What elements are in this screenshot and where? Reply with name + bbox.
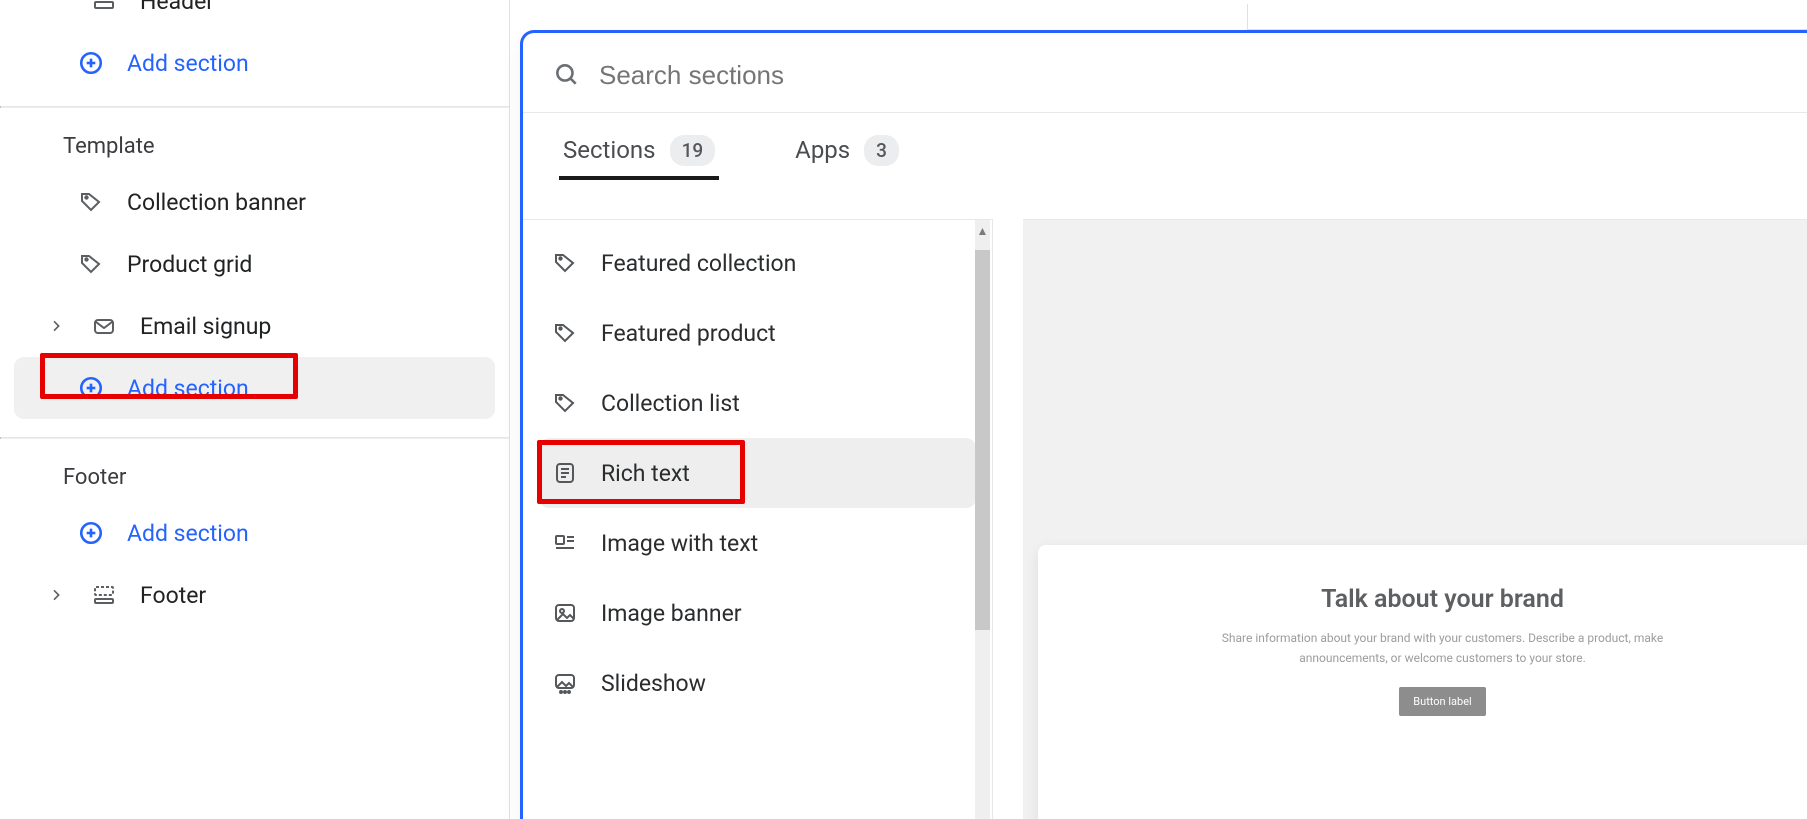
slideshow-icon <box>551 671 579 695</box>
section-option-label: Collection list <box>601 390 740 417</box>
section-option-slideshow[interactable]: Slideshow <box>539 648 976 718</box>
section-option-image-banner[interactable]: Image banner <box>539 578 976 648</box>
text-document-icon <box>551 461 579 485</box>
tabs: Sections 19 Apps 3 <box>523 113 993 179</box>
tag-icon <box>77 252 105 276</box>
plus-circle-icon <box>77 375 105 401</box>
scroll-up-arrow-icon[interactable]: ▲ <box>975 224 990 238</box>
search-input[interactable] <box>597 59 1777 92</box>
tag-icon <box>77 190 105 214</box>
tab-count-badge: 3 <box>864 135 899 166</box>
section-option-label: Featured collection <box>601 250 796 277</box>
section-option-label: Image banner <box>601 600 742 627</box>
plus-circle-icon <box>77 520 105 546</box>
sidebar-item-label: Footer <box>140 582 206 609</box>
preview-description: Share information about your brand with … <box>1183 628 1703 669</box>
envelope-icon <box>90 314 118 338</box>
add-section-header[interactable]: Add section <box>14 32 495 94</box>
section-option-image-with-text[interactable]: Image with text <box>539 508 976 578</box>
background-panel-fragment <box>1247 4 1807 30</box>
add-section-template[interactable]: Add section <box>14 357 495 419</box>
sidebar-item-label: Product grid <box>127 251 252 278</box>
sidebar-item-label: Email signup <box>140 313 271 340</box>
group-title-footer: Footer <box>0 439 509 502</box>
add-section-footer[interactable]: Add section <box>14 502 495 564</box>
chevron-right-icon <box>44 587 68 603</box>
preview-card: Talk about your brand Share information … <box>1038 545 1807 819</box>
image-icon <box>551 601 579 625</box>
sidebar-item-header[interactable]: Header <box>14 0 495 32</box>
section-picker-popover: Sections 19 Apps 3 Featured collection F… <box>520 30 1807 819</box>
sidebar-item-footer[interactable]: Footer <box>14 564 495 626</box>
chevron-right-icon <box>44 318 68 334</box>
sidebar-item-product-grid[interactable]: Product grid <box>14 233 495 295</box>
section-option-collection-list[interactable]: Collection list <box>539 368 976 438</box>
tag-icon <box>551 321 579 345</box>
image-text-icon <box>551 531 579 555</box>
sections-list-pane: Featured collection Featured product Col… <box>523 219 993 819</box>
preview-button-placeholder: Button label <box>1399 687 1485 716</box>
add-section-label: Add section <box>127 375 249 402</box>
sidebar-item-collection-banner[interactable]: Collection banner <box>14 171 495 233</box>
header-layout-icon <box>90 0 118 13</box>
tab-label: Sections <box>563 136 656 164</box>
add-section-label: Add section <box>127 50 249 77</box>
section-option-featured-collection[interactable]: Featured collection <box>539 228 976 298</box>
sidebar-item-label: Header <box>140 0 214 15</box>
section-option-featured-product[interactable]: Featured product <box>539 298 976 368</box>
tab-sections[interactable]: Sections 19 <box>563 121 715 179</box>
add-section-label: Add section <box>127 520 249 547</box>
search-row <box>523 33 1807 113</box>
section-option-rich-text[interactable]: Rich text <box>539 438 976 508</box>
scrollbar-thumb[interactable] <box>975 250 990 630</box>
search-icon <box>553 61 579 91</box>
section-option-label: Slideshow <box>601 670 706 697</box>
tab-label: Apps <box>795 136 850 164</box>
footer-layout-icon <box>90 583 118 607</box>
sidebar-item-label: Collection banner <box>127 189 306 216</box>
tab-apps[interactable]: Apps 3 <box>795 121 899 179</box>
section-option-label: Rich text <box>601 460 690 487</box>
plus-circle-icon <box>77 50 105 76</box>
tag-icon <box>551 251 579 275</box>
left-sidebar: Header Add section Template Collection b… <box>0 0 510 819</box>
tab-count-badge: 19 <box>670 135 716 166</box>
scrollbar[interactable]: ▲ <box>975 220 990 819</box>
group-title-template: Template <box>0 108 509 171</box>
section-option-label: Image with text <box>601 530 758 557</box>
tag-icon <box>551 391 579 415</box>
sidebar-item-email-signup[interactable]: Email signup <box>14 295 495 357</box>
section-preview-pane: Talk about your brand Share information … <box>1023 219 1807 819</box>
section-option-label: Featured product <box>601 320 776 347</box>
preview-title: Talk about your brand <box>1078 585 1807 614</box>
